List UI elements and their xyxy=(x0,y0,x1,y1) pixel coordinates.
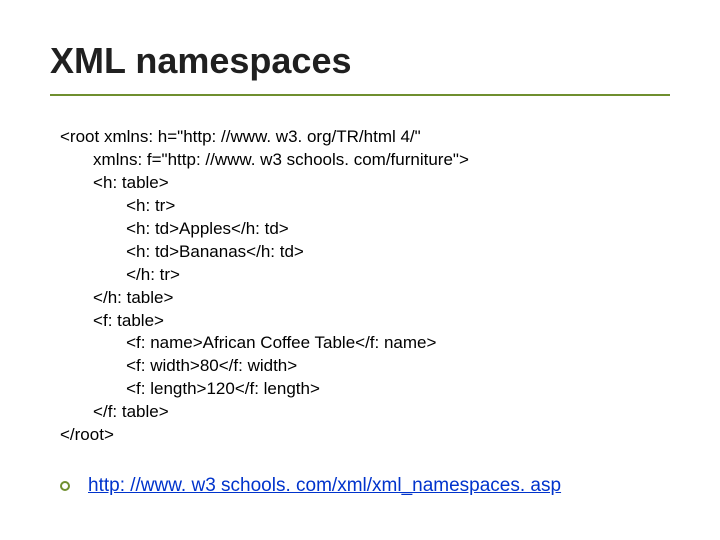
xml-code-block: <root xmlns: h="http: //www. w3. org/TR/… xyxy=(60,126,670,447)
code-line: <f: length>120</f: length> xyxy=(60,378,670,401)
code-line: </h: table> xyxy=(60,287,670,310)
code-line: <f: width>80</f: width> xyxy=(60,355,670,378)
code-line: <f: name>African Coffee Table</f: name> xyxy=(60,332,670,355)
code-line: <h: table> xyxy=(60,172,670,195)
bullet-icon xyxy=(60,481,70,491)
reference-link[interactable]: http: //www. w3 schools. com/xml/xml_nam… xyxy=(88,475,561,497)
link-row: http: //www. w3 schools. com/xml/xml_nam… xyxy=(60,475,670,497)
code-line: <root xmlns: h="http: //www. w3. org/TR/… xyxy=(60,126,670,149)
code-line: <f: table> xyxy=(60,310,670,333)
code-line: <h: td>Apples</h: td> xyxy=(60,218,670,241)
code-line: xmlns: f="http: //www. w3 schools. com/f… xyxy=(60,149,670,172)
code-line: </h: tr> xyxy=(60,264,670,287)
code-line: </f: table> xyxy=(60,401,670,424)
code-line: <h: tr> xyxy=(60,195,670,218)
code-line: </root> xyxy=(60,424,670,447)
code-line: <h: td>Bananas</h: td> xyxy=(60,241,670,264)
slide-title: XML namespaces xyxy=(50,40,670,82)
title-underline xyxy=(50,94,670,96)
